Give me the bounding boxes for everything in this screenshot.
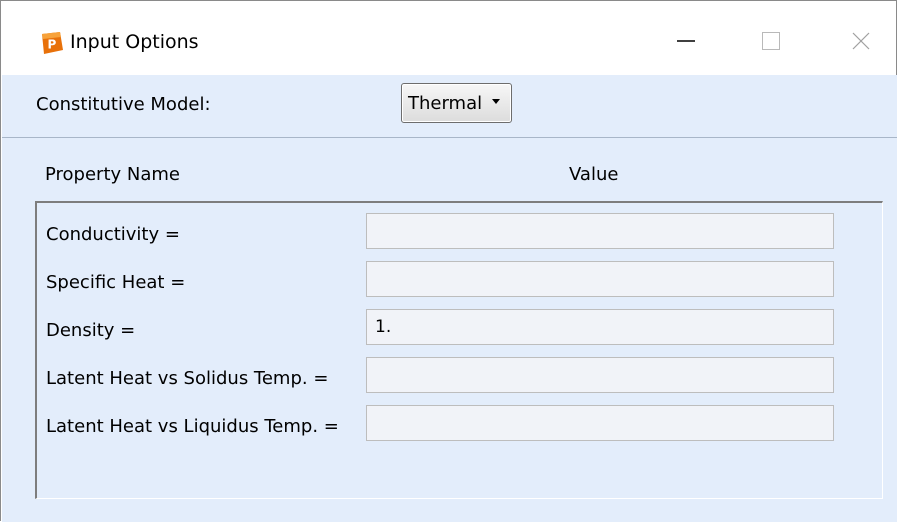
property-label: Specific Heat = — [46, 272, 186, 293]
app-logo-icon: P — [42, 32, 63, 54]
title-bar[interactable]: P Input Options — [1, 1, 896, 75]
property-row-specific-heat: Specific Heat = — [37, 261, 877, 301]
constitutive-model-dropdown[interactable]: Thermal — [401, 83, 512, 123]
latent-heat-solidus-input[interactable] — [366, 357, 834, 393]
latent-heat-liquidus-input[interactable] — [366, 405, 834, 441]
property-label: Conductivity = — [46, 224, 180, 245]
minimize-button[interactable] — [661, 19, 711, 63]
window-title: Input Options — [70, 31, 199, 53]
property-row-latent-heat-liquidus: Latent Heat vs Liquidus Temp. = — [37, 405, 877, 445]
conductivity-input[interactable] — [366, 213, 834, 249]
value-header: Value — [569, 164, 619, 185]
maximize-icon — [762, 32, 780, 50]
property-row-density: Density = — [37, 309, 877, 349]
svg-text:P: P — [48, 38, 57, 52]
property-name-header: Property Name — [45, 164, 180, 185]
constitutive-model-label: Constitutive Model: — [36, 94, 211, 115]
specific-heat-input[interactable] — [366, 261, 834, 297]
property-label: Density = — [46, 320, 136, 341]
chevron-down-icon — [492, 99, 500, 104]
constitutive-model-value: Thermal — [408, 93, 483, 114]
constitutive-model-panel: Constitutive Model: Thermal — [2, 75, 897, 138]
properties-list: Conductivity = Specific Heat = Density =… — [35, 201, 883, 499]
maximize-button[interactable] — [746, 19, 796, 63]
property-label: Latent Heat vs Liquidus Temp. = — [46, 416, 339, 437]
property-row-conductivity: Conductivity = — [37, 213, 877, 253]
input-options-window: P Input Options Constitutive Model: Ther… — [0, 0, 897, 522]
close-icon — [852, 32, 870, 50]
minimize-icon — [677, 40, 695, 42]
property-row-latent-heat-solidus: Latent Heat vs Solidus Temp. = — [37, 357, 877, 397]
density-input[interactable] — [366, 309, 834, 345]
property-label: Latent Heat vs Solidus Temp. = — [46, 368, 329, 389]
properties-panel: Property Name Value Conductivity = Speci… — [2, 138, 897, 522]
close-button[interactable] — [836, 19, 886, 63]
